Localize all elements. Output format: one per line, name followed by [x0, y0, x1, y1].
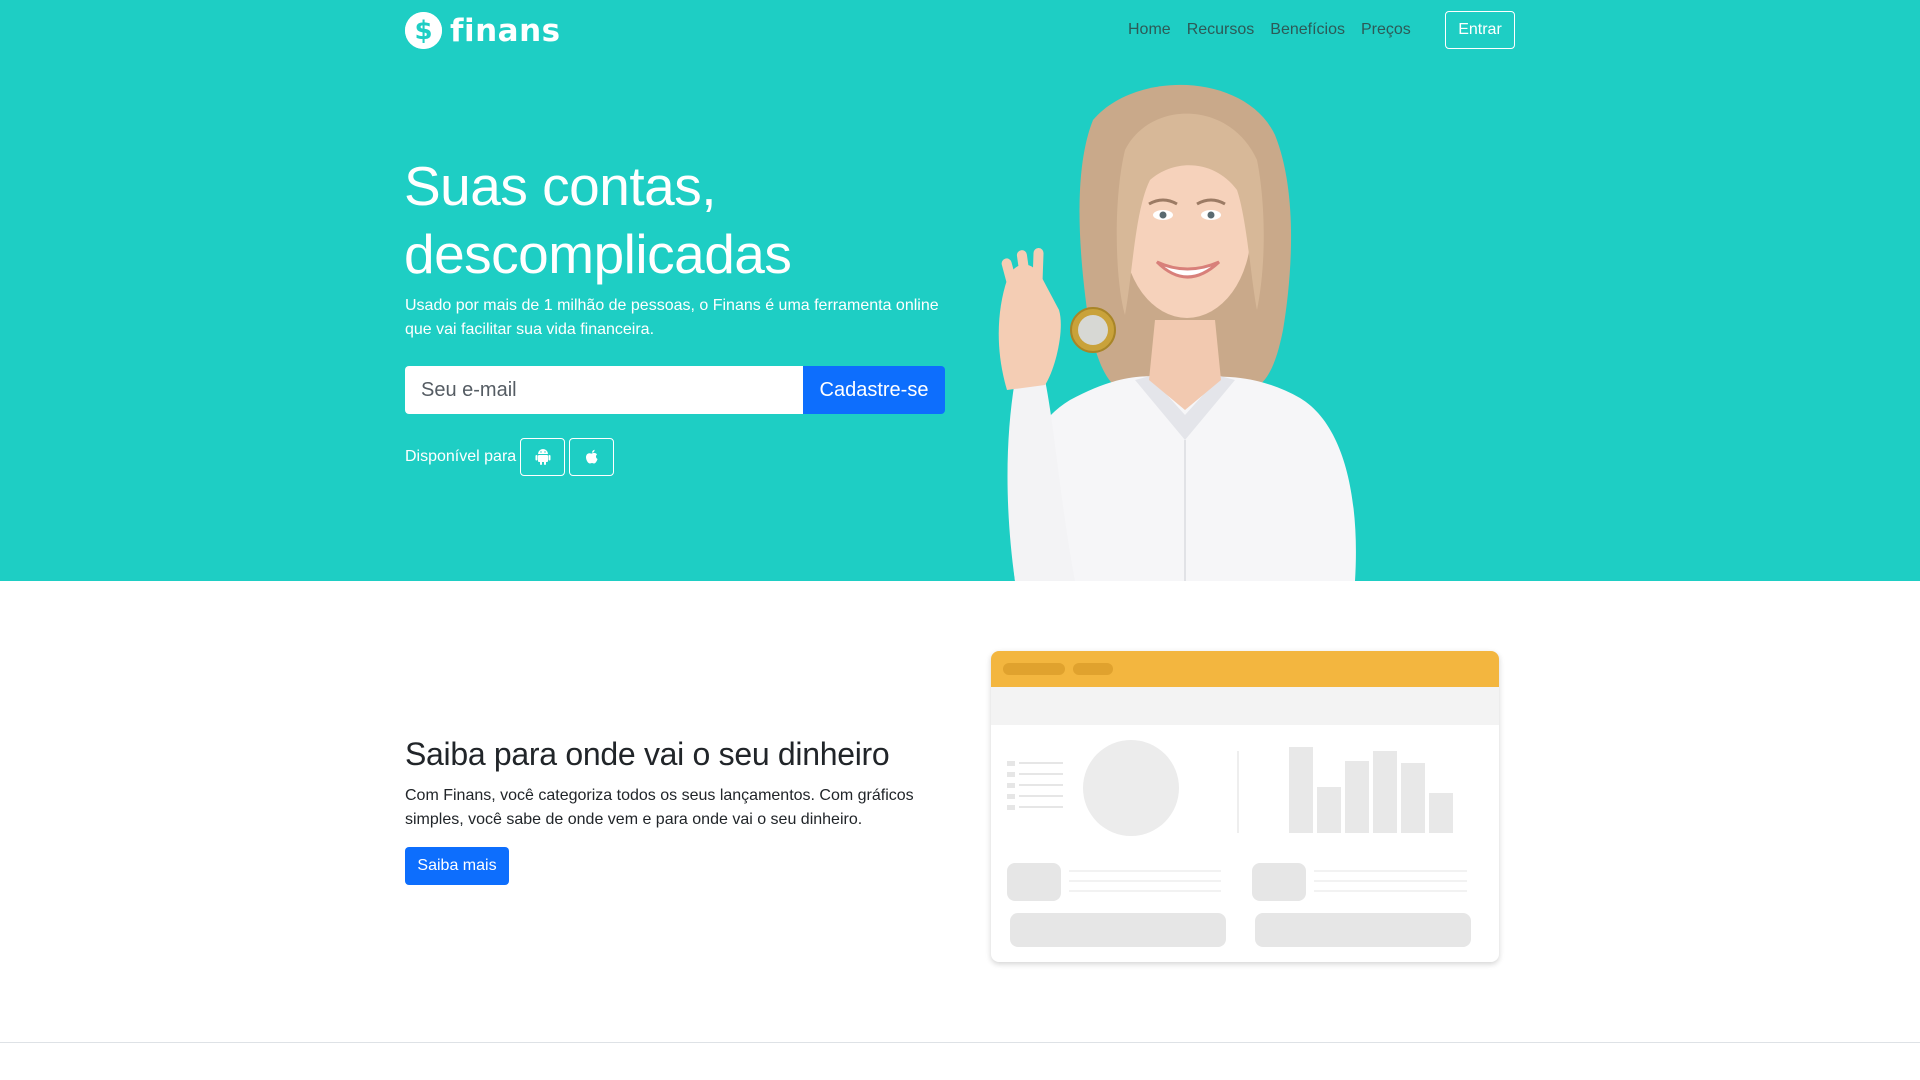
brand-name: finans	[450, 12, 561, 49]
nav-link-home[interactable]: Home	[1128, 21, 1171, 39]
nav-link-recursos[interactable]: Recursos	[1187, 21, 1255, 39]
svg-text:$: $	[414, 16, 432, 46]
android-app-button[interactable]	[520, 438, 566, 476]
hero-title: Suas contas, descomplicadas	[404, 155, 792, 285]
dollar-icon: $	[405, 12, 442, 49]
hero-section: $ finans Home Recursos Benefícios Preços…	[0, 0, 1920, 581]
ios-app-button[interactable]	[569, 438, 615, 476]
signup-button[interactable]: Cadastre-se	[803, 366, 945, 414]
login-button[interactable]: Entrar	[1445, 11, 1515, 49]
feature-title: Saiba para onde vai o seu dinheiro	[405, 736, 890, 772]
nav-link-precos[interactable]: Preços	[1361, 21, 1411, 39]
learn-more-button[interactable]: Saiba mais	[405, 847, 509, 885]
nav-link-beneficios[interactable]: Benefícios	[1270, 21, 1345, 39]
feature-text: Com Finans, você categoriza todos os seu…	[405, 787, 914, 828]
brand-logo[interactable]: $ finans	[405, 12, 561, 49]
android-icon	[535, 449, 551, 465]
hero-subtitle: Usado por mais de 1 milhão de pessoas, o…	[405, 297, 939, 338]
signup-form: Cadastre-se	[405, 366, 945, 414]
hero-person-image	[998, 84, 1356, 581]
main-nav: Home Recursos Benefícios Preços	[1128, 21, 1411, 39]
section-divider	[0, 1042, 1920, 1043]
app-availability: Disponível para	[405, 438, 615, 476]
dashboard-mockup-illustration	[991, 651, 1499, 962]
dashboard-mockup-graphic	[991, 651, 1499, 947]
available-label: Disponível para	[405, 448, 517, 465]
apple-icon	[585, 449, 598, 464]
email-input[interactable]	[405, 366, 803, 414]
